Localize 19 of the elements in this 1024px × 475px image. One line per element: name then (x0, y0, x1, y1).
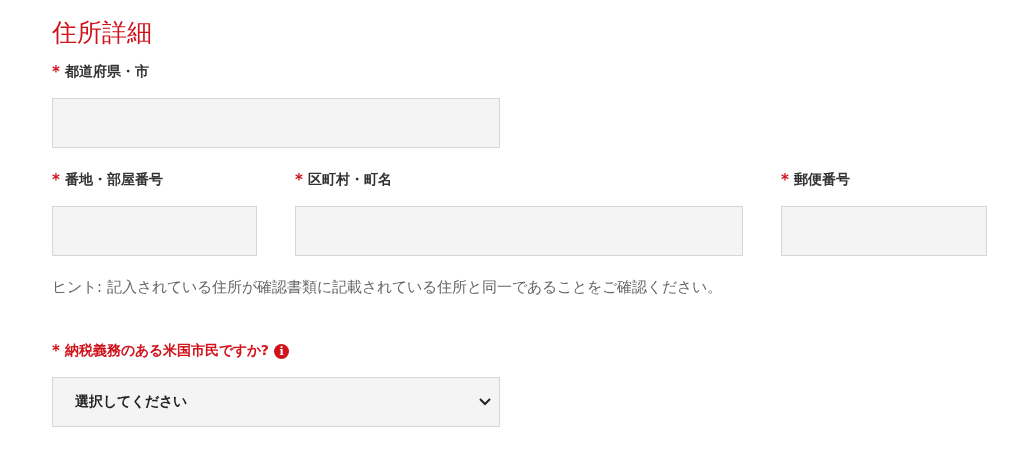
select-dropdown[interactable]: 選択してください (52, 377, 500, 427)
section-title: 住所詳細 (52, 18, 153, 48)
required-asterisk: * (52, 63, 60, 81)
hint-text: ヒント: 記入されている住所が確認書類に記載されている住所と同一であることをご確認ください。 (52, 278, 723, 297)
input-field[interactable] (52, 98, 500, 148)
field-label: 郵便番号 (793, 171, 850, 189)
field-label: 都道府県・市 (64, 63, 149, 81)
required-asterisk: * (52, 342, 60, 360)
info-icon[interactable]: i (274, 343, 289, 359)
input-field[interactable] (295, 206, 743, 256)
required-asterisk: * (52, 171, 60, 189)
input-field[interactable] (52, 206, 257, 256)
field-label: 番地・部屋番号 (64, 171, 163, 189)
field-label: 納税義務のある米国市民ですか? (64, 342, 269, 360)
field-label: 区町村・町名 (307, 171, 392, 189)
chevron-down-icon (479, 398, 491, 406)
input-field[interactable] (781, 206, 987, 256)
required-asterisk: * (295, 171, 303, 189)
required-asterisk: * (781, 171, 789, 189)
